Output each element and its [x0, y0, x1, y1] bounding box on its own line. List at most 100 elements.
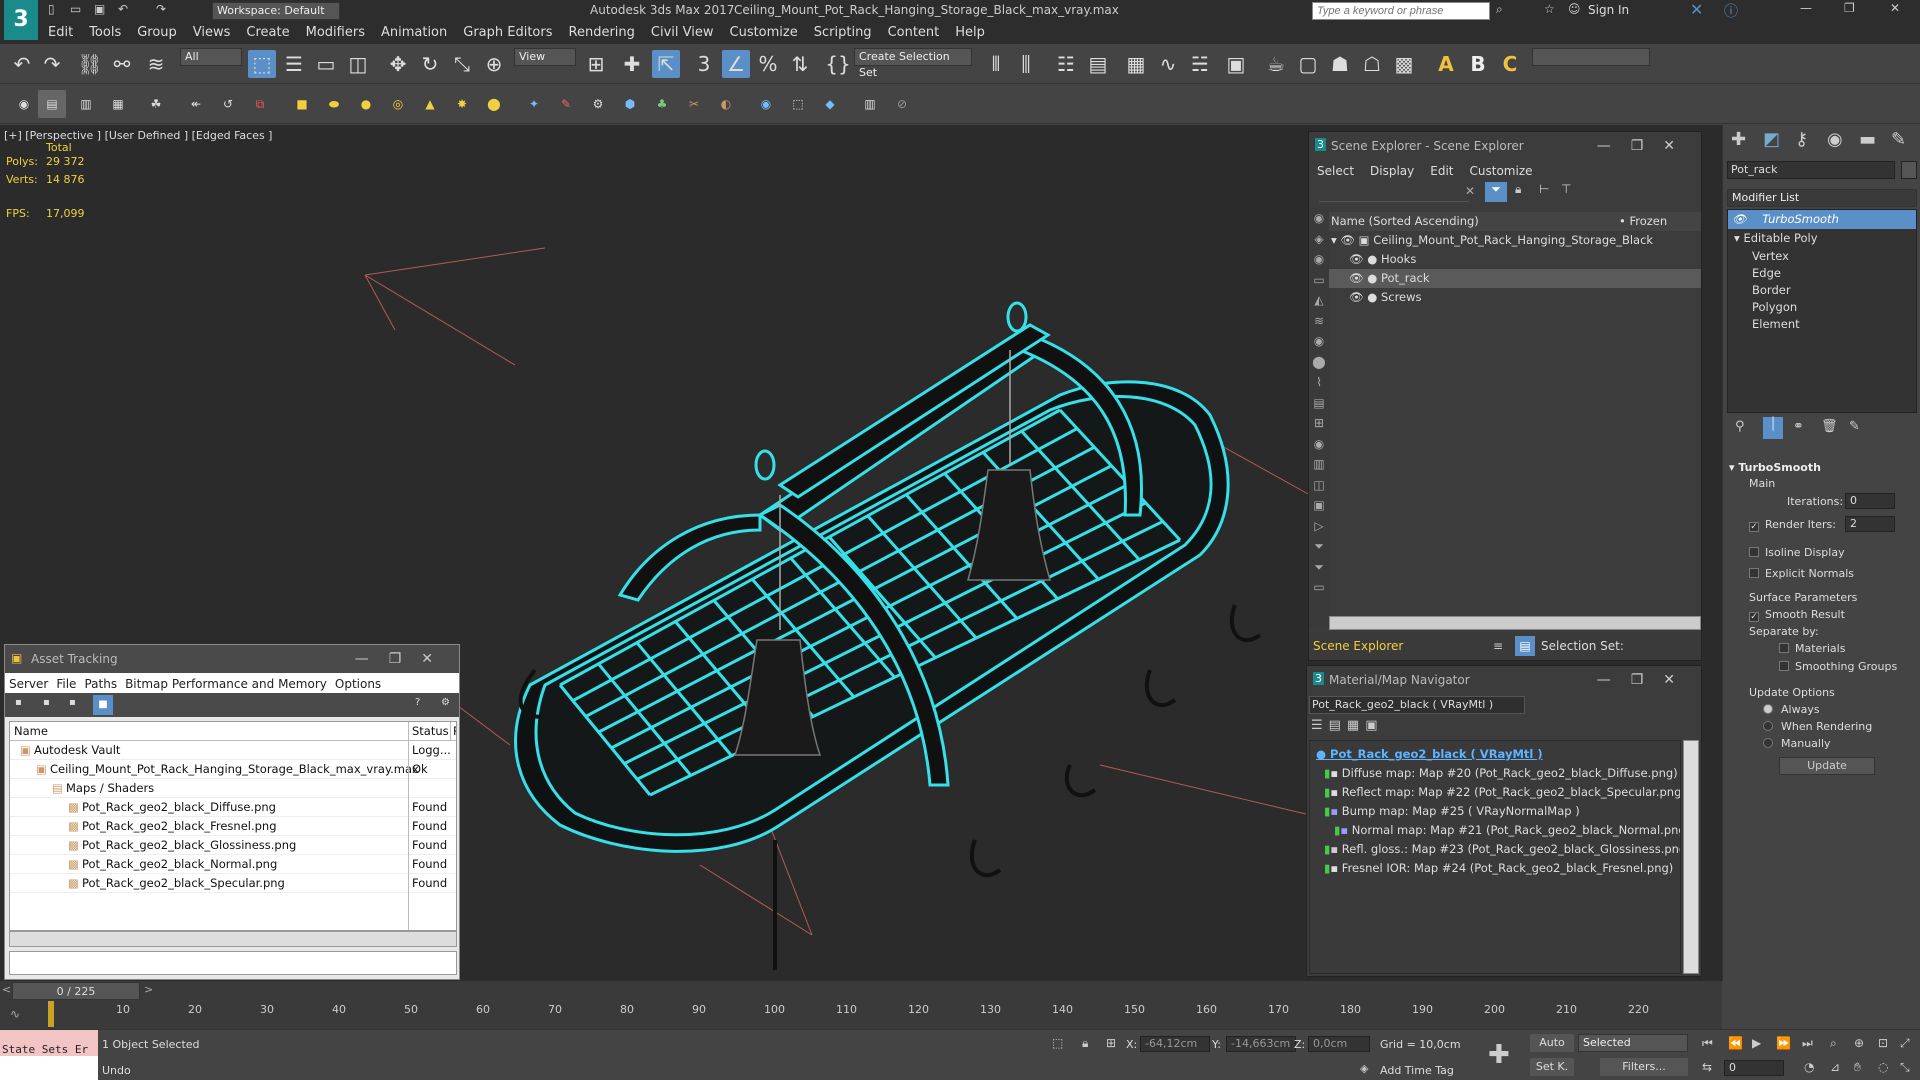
save-file-icon[interactable]: ▣ — [94, 2, 105, 16]
scene-explorer-window[interactable]: Scene Explorer - Scene Explorer 3 —❐✕ Se… — [1308, 131, 1702, 661]
sphere-icon[interactable]: ● — [352, 90, 380, 118]
helper-icon-11[interactable]: ▥ — [856, 90, 884, 118]
when-rendering-radio[interactable]: When Rendering — [1763, 720, 1872, 733]
se-row-pot-rack[interactable]: 👁︎ ● Pot_rack — [1329, 269, 1701, 288]
minimize-icon[interactable]: — — [1800, 1, 1812, 15]
vray-icon[interactable]: ▩ — [1390, 50, 1418, 78]
menu-scripting[interactable]: Scripting — [806, 22, 880, 44]
maximize-viewport-icon[interactable]: ⤢ — [1900, 1036, 1910, 1051]
scale-icon[interactable]: ⤡ — [448, 50, 476, 78]
always-radio[interactable]: Always — [1763, 703, 1820, 716]
menu-tools[interactable]: Tools — [81, 22, 129, 44]
mat-item-diffuse[interactable]: ▮▪ Diffuse map: Map #20 (Pot_Rack_geo2_b… — [1310, 764, 1680, 783]
se-hierarchy-icon[interactable]: ⊢ — [1539, 182, 1549, 196]
tool-icon-3[interactable]: ▥ — [72, 90, 100, 118]
menu-civil-view[interactable]: Civil View — [643, 22, 722, 44]
se-header[interactable]: Name (Sorted Ascending) • Frozen — [1329, 212, 1701, 231]
stack-border[interactable]: Border — [1728, 282, 1916, 299]
text-c-icon[interactable]: C — [1496, 50, 1524, 78]
manually-radio[interactable]: Manually — [1763, 737, 1831, 750]
display-tab-icon[interactable]: ▬ — [1859, 129, 1876, 150]
helper-icon-6[interactable]: ✂ — [680, 90, 708, 118]
time-next-icon[interactable]: > — [144, 983, 153, 996]
pin-stack-icon[interactable]: ⚲ — [1735, 419, 1745, 434]
at-tool-icon-2[interactable]: ▪ — [43, 697, 50, 708]
undo-quick-icon[interactable]: ↶ — [118, 2, 128, 16]
manipulate-icon[interactable]: ⇱ — [652, 50, 680, 78]
se-search-input[interactable] — [1319, 184, 1469, 202]
create-tab-icon[interactable]: ✚ — [1731, 129, 1746, 150]
binoculars-icon[interactable]: ⌕ — [1496, 2, 1503, 17]
at-row[interactable]: ▩ Pot_Rack_geo2_black_Normal.png Found — [10, 855, 456, 874]
render-setup-icon[interactable]: ☕ — [1262, 50, 1290, 78]
search-input[interactable] — [1312, 2, 1490, 20]
prev-frame-icon[interactable]: ⏪ — [1728, 1036, 1743, 1050]
ribbon-icon[interactable]: ▤ — [1084, 50, 1112, 78]
text-a-icon[interactable]: A — [1432, 50, 1460, 78]
link-icon[interactable]: ⛓ — [76, 50, 104, 78]
helper-icon-7[interactable]: ◐ — [712, 90, 740, 118]
key-filters-button[interactable]: Filters... — [1600, 1058, 1688, 1076]
auto-key-button[interactable]: Auto — [1530, 1034, 1574, 1052]
at-tool-icon-1[interactable]: ▪ — [15, 697, 22, 708]
pivot-icon[interactable]: ⊞ — [582, 50, 610, 78]
selection-set-dropdown[interactable]: Create Selection Set — [854, 48, 972, 79]
select-by-name-icon[interactable]: ☰ — [280, 50, 308, 78]
maxscript-listener[interactable]: State Sets Er — [0, 1030, 98, 1056]
angle-snap-icon[interactable]: ∠ — [722, 50, 750, 78]
material-vscrollbar[interactable] — [1683, 740, 1699, 974]
render-iters-spinner[interactable]: 2 — [1845, 516, 1895, 532]
selection-lock-icon[interactable]: ✚ — [618, 50, 646, 78]
key-mode-plus-icon[interactable]: ✚ — [1488, 1040, 1510, 1070]
menu-views[interactable]: Views — [185, 22, 239, 44]
at-col-name[interactable]: Name — [14, 722, 48, 740]
time-slider-bar[interactable]: < 0 / 225 > — [0, 981, 1722, 1001]
rect-selection-icon[interactable]: ▭ — [312, 50, 340, 78]
tool-icon-6[interactable]: ↞ — [182, 90, 210, 118]
snap-3d-icon[interactable]: 3 — [690, 50, 718, 78]
select-object-icon[interactable]: ⬚ — [248, 50, 276, 78]
move-icon[interactable]: ✥ — [384, 50, 412, 78]
zoom-extents-icon[interactable]: ⊡ — [1878, 1036, 1888, 1050]
helper-icon-5[interactable]: ♣ — [648, 90, 676, 118]
menu-group[interactable]: Group — [129, 22, 185, 44]
stack-turbosmooth[interactable]: 👁︎ TurboSmooth — [1728, 210, 1916, 229]
at-row[interactable]: ▣ Ceiling_Mount_Pot_Rack_Hanging_Storage_… — [10, 760, 456, 779]
se-menu-customize[interactable]: Customize — [1462, 160, 1541, 182]
iterations-spinner[interactable]: 0 — [1845, 493, 1895, 509]
next-frame-icon[interactable]: ⏩ — [1776, 1036, 1791, 1050]
menu-customize[interactable]: Customize — [722, 22, 806, 44]
undo-icon[interactable]: ↶ — [8, 50, 36, 78]
se-footer-sel-icon[interactable]: ▤ — [1515, 636, 1535, 656]
se-hscrollbar[interactable] — [1329, 616, 1701, 630]
utilities-tab-icon[interactable]: ✎ — [1891, 129, 1906, 150]
se-lock-icon[interactable]: 🔒︎ — [1515, 182, 1521, 197]
at-row[interactable]: ▣ Autodesk Vault Logg... — [10, 741, 456, 760]
helper-icon-3[interactable]: ⚙ — [584, 90, 612, 118]
at-menu-file[interactable]: File — [52, 673, 80, 695]
isoline-checkbox[interactable]: Isoline Display — [1749, 546, 1845, 559]
at-col-p[interactable]: P — [450, 722, 456, 740]
at-path-field[interactable] — [9, 951, 457, 975]
light-icon[interactable]: ✸ — [448, 90, 476, 118]
star-icon[interactable]: ☆ — [1544, 2, 1555, 16]
mat-item-bump[interactable]: ▮▪ Bump map: Map #25 ( VRayNormalMap ) — [1310, 802, 1680, 821]
time-config-icon[interactable]: ◔ — [1804, 1060, 1814, 1074]
menu-help[interactable]: Help — [947, 22, 993, 44]
tool-icon-1[interactable]: ◉ — [10, 90, 38, 118]
at-row[interactable]: ▩ Pot_Rack_geo2_black_Glossiness.png Found — [10, 836, 456, 855]
mat-item-fresnel[interactable]: ▮▪ Fresnel IOR: Map #24 (Pot_Rack_geo2_b… — [1310, 859, 1680, 878]
se-layers-icon[interactable]: ⊤ — [1561, 182, 1571, 196]
z-coordinate-field[interactable]: 0,0cm — [1308, 1036, 1370, 1052]
zoom-icon[interactable]: ⌕ — [1830, 1036, 1837, 1051]
mat-item-root[interactable]: ● Pot_Rack_geo2_black ( VRayMtl ) — [1310, 745, 1680, 764]
at-menu-paths[interactable]: Paths — [80, 673, 121, 695]
se-root-row[interactable]: ▾ 👁︎ ▣ Ceiling_Mount_Pot_Rack_Hanging_St… — [1329, 231, 1701, 250]
se-row-screws[interactable]: 👁︎ ● Screws — [1329, 288, 1701, 307]
unlink-icon[interactable]: ⚯ — [108, 50, 136, 78]
render-iterative-icon[interactable]: ☖ — [1358, 50, 1386, 78]
menu-edit[interactable]: Edit — [40, 22, 81, 44]
app-logo[interactable]: 3 — [4, 0, 38, 40]
tool-icon-8[interactable]: ⧉ — [246, 90, 274, 118]
maxscript-input[interactable] — [0, 1056, 98, 1080]
